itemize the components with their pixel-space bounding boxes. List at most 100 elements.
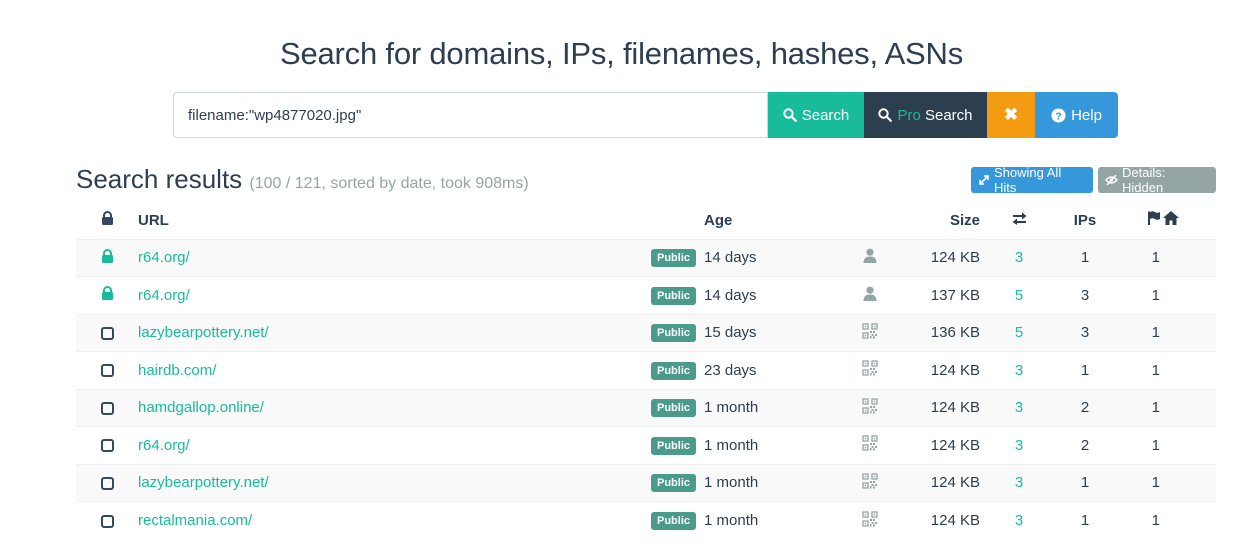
size-column-header: Size bbox=[949, 211, 980, 229]
results-meta: (100 / 121, sorted by date, took 908ms) bbox=[249, 175, 529, 192]
countries-cell: 1 bbox=[1116, 351, 1163, 389]
eye-slash-icon bbox=[1105, 174, 1118, 186]
transactions-cell[interactable]: 3 bbox=[984, 351, 1054, 389]
search-bar: Search Pro Search ✖ ? Help bbox=[173, 92, 1118, 138]
result-url-link[interactable]: rectalmania.com/ bbox=[138, 512, 252, 529]
search-button[interactable]: Search bbox=[768, 92, 864, 138]
result-url-link[interactable]: lazybearpottery.net/ bbox=[138, 474, 269, 491]
domains-cell bbox=[1163, 388, 1216, 427]
question-circle-icon: ? bbox=[1051, 107, 1066, 123]
submitter-column-header bbox=[835, 202, 905, 239]
home-icon bbox=[1163, 211, 1179, 226]
transactions-cell[interactable]: 3 bbox=[984, 238, 1054, 277]
lock-column-header bbox=[76, 202, 138, 239]
submitter-cell bbox=[835, 351, 905, 389]
checkbox[interactable] bbox=[100, 326, 114, 340]
submitter-cell bbox=[835, 313, 905, 352]
table-row[interactable]: lazybearpottery.net/Public 15 days 136 KB 5… bbox=[76, 313, 1216, 352]
transactions-cell[interactable]: 3 bbox=[984, 463, 1054, 502]
checkbox[interactable] bbox=[100, 439, 114, 453]
public-badge: Public bbox=[650, 286, 696, 305]
user-icon bbox=[863, 286, 877, 305]
result-url-link[interactable]: r64.org/ bbox=[138, 437, 190, 454]
checkbox[interactable] bbox=[100, 401, 114, 415]
clear-button[interactable]: ✖ bbox=[987, 92, 1035, 138]
transactions-cell[interactable]: 3 bbox=[984, 501, 1054, 539]
age-cell: 14 days bbox=[704, 238, 835, 277]
table-row[interactable]: lazybearpottery.net/Public 1 month 124 KB 3… bbox=[76, 463, 1216, 502]
public-badge: Public bbox=[650, 361, 696, 380]
showing-all-hits-button[interactable]: Showing All Hits bbox=[971, 165, 1093, 195]
help-button[interactable]: ? Help bbox=[1035, 92, 1118, 138]
ips-cell: 2 bbox=[1054, 426, 1116, 464]
url-cell: rectalmania.com/ bbox=[138, 501, 643, 539]
age-column-header: Age bbox=[704, 211, 733, 229]
checkbox[interactable] bbox=[100, 514, 114, 528]
table-row[interactable]: r64.org/Public 1 month 124 KB 3 2 1 bbox=[76, 426, 1216, 464]
age-cell: 1 month bbox=[704, 426, 835, 464]
table-row[interactable]: rectalmania.com/Public 1 month 124 KB 3 1 1 bbox=[76, 501, 1216, 539]
url-cell: hamdgallop.online/ bbox=[138, 388, 643, 427]
transactions-cell[interactable]: 5 bbox=[984, 313, 1054, 352]
details-toggle-button[interactable]: Details: Hidden bbox=[1098, 165, 1216, 195]
url-cell: lazybearpottery.net/ bbox=[138, 313, 643, 352]
domains-cell bbox=[1163, 426, 1216, 464]
url-column-header: URL bbox=[138, 211, 169, 229]
result-url-link[interactable]: r64.org/ bbox=[138, 287, 190, 304]
lock-icon bbox=[101, 248, 114, 267]
countries-cell: 1 bbox=[1116, 388, 1163, 427]
ips-cell: 3 bbox=[1054, 276, 1116, 314]
public-badge: Public bbox=[650, 249, 696, 268]
url-cell: r64.org/ bbox=[138, 276, 643, 314]
size-cell: 136 KB bbox=[905, 313, 984, 352]
ips-cell: 1 bbox=[1054, 351, 1116, 389]
result-url-link[interactable]: hairdb.com/ bbox=[138, 362, 216, 379]
page-headline: Search for domains, IPs, filenames, hash… bbox=[279, 36, 964, 71]
countries-cell: 1 bbox=[1116, 276, 1163, 314]
domains-column-header bbox=[1163, 202, 1216, 239]
transactions-cell[interactable]: 3 bbox=[984, 388, 1054, 427]
visibility-cell: Public bbox=[643, 313, 704, 352]
domains-cell bbox=[1163, 238, 1216, 277]
table-row[interactable]: hamdgallop.online/Public 1 month 124 KB 3 2 1 bbox=[76, 388, 1216, 427]
visibility-cell: Public bbox=[643, 276, 704, 314]
qrcode-icon bbox=[862, 398, 878, 418]
table-row[interactable]: r64.org/Public 14 days 124 KB 3 1 1 bbox=[76, 238, 1216, 277]
lock-icon bbox=[101, 286, 114, 304]
countries-cell: 1 bbox=[1116, 238, 1163, 277]
security-cell bbox=[76, 276, 138, 314]
checkbox[interactable] bbox=[100, 364, 114, 378]
submitter-cell bbox=[835, 238, 905, 277]
size-cell: 124 KB bbox=[905, 238, 984, 277]
public-badge: Public bbox=[650, 324, 696, 343]
security-cell bbox=[76, 351, 138, 389]
transactions-cell[interactable]: 5 bbox=[984, 276, 1054, 314]
age-cell: 23 days bbox=[704, 351, 835, 389]
size-cell: 124 KB bbox=[905, 501, 984, 539]
transactions-cell[interactable]: 3 bbox=[984, 426, 1054, 464]
showing-all-hits-label: Showing All Hits bbox=[994, 165, 1062, 195]
pro-search-button[interactable]: Pro Search bbox=[864, 92, 987, 138]
checkbox[interactable] bbox=[100, 476, 114, 490]
search-input[interactable] bbox=[173, 92, 768, 138]
age-cell: 1 month bbox=[704, 388, 835, 427]
user-icon bbox=[863, 248, 877, 267]
table-row[interactable]: hairdb.com/Public 23 days 124 KB 3 1 1 bbox=[76, 351, 1216, 389]
domains-cell bbox=[1163, 351, 1216, 389]
age-cell: 15 days bbox=[704, 313, 835, 352]
table-row[interactable]: r64.org/Public 14 days 137 KB 5 3 1 bbox=[76, 276, 1216, 314]
public-badge: Public bbox=[650, 474, 696, 493]
result-url-link[interactable]: hamdgallop.online/ bbox=[138, 399, 264, 416]
results-title: Search results bbox=[76, 164, 243, 194]
security-cell bbox=[76, 426, 138, 464]
size-cell: 124 KB bbox=[905, 463, 984, 502]
submitter-cell bbox=[835, 276, 905, 314]
details-toggle-label: Details: Hidden bbox=[1122, 165, 1166, 195]
result-url-link[interactable]: r64.org/ bbox=[138, 249, 190, 266]
url-cell: r64.org/ bbox=[138, 238, 643, 277]
submitter-cell bbox=[835, 426, 905, 464]
public-badge: Public bbox=[650, 399, 696, 418]
result-url-link[interactable]: lazybearpottery.net/ bbox=[138, 324, 269, 341]
url-cell: lazybearpottery.net/ bbox=[138, 463, 643, 502]
close-icon: ✖ bbox=[1003, 105, 1019, 124]
